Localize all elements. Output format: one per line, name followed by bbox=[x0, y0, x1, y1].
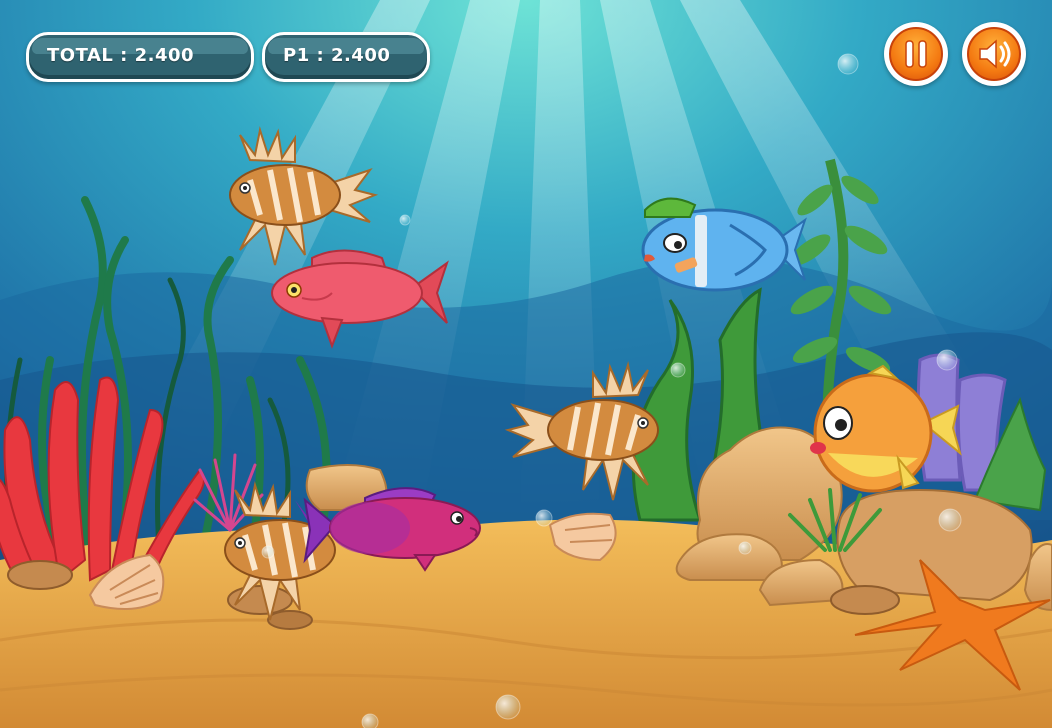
total-score-panel: TOTAL : 2.400 bbox=[26, 32, 254, 82]
game-scene bbox=[0, 0, 1052, 728]
speaker-icon bbox=[979, 39, 1011, 69]
pause-button[interactable] bbox=[884, 22, 948, 86]
pause-icon bbox=[905, 40, 927, 68]
sound-button[interactable] bbox=[962, 22, 1026, 86]
player-score-panel: P1 : 2.400 bbox=[262, 32, 430, 82]
total-score-label: TOTAL : 2.400 bbox=[47, 45, 195, 66]
player-score-label: P1 : 2.400 bbox=[283, 45, 391, 66]
